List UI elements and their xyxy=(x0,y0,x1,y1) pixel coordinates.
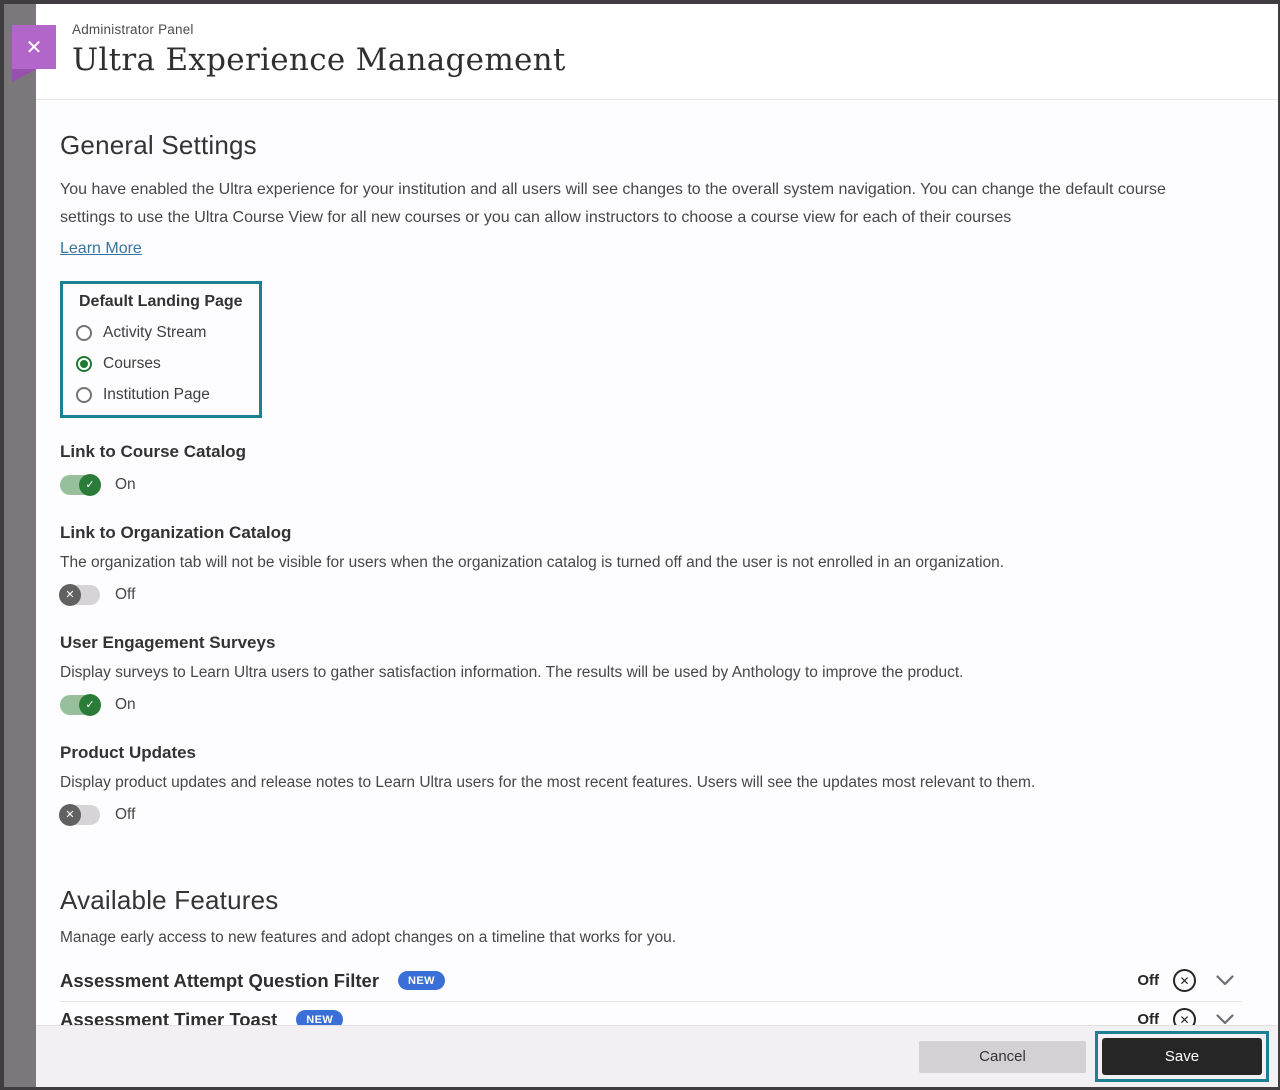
available-features-section: Available Features Manage early access t… xyxy=(60,885,1242,1025)
toggle-state-label: Off xyxy=(115,586,135,604)
save-button[interactable]: Save xyxy=(1102,1038,1262,1075)
setting-link-to-course-catalog: Link to Course Catalog On xyxy=(60,442,1242,495)
feature-off-circle-x-icon[interactable]: ✕ xyxy=(1173,1008,1196,1025)
close-button[interactable]: ✕ xyxy=(12,25,56,69)
ultra-experience-management-window: ✕ Administrator Panel Ultra Experience M… xyxy=(0,0,1280,1090)
setting-link-to-organization-catalog: Link to Organization Catalog The organiz… xyxy=(60,523,1242,605)
toggle-check-icon xyxy=(85,480,94,491)
radio-option-activity-stream[interactable]: Activity Stream xyxy=(76,324,243,342)
setting-label: Link to Course Catalog xyxy=(60,442,1242,462)
admin-panel: ✕ Administrator Panel Ultra Experience M… xyxy=(36,4,1278,1087)
toggle-x-icon xyxy=(65,590,74,601)
panel-header: ✕ Administrator Panel Ultra Experience M… xyxy=(36,4,1278,100)
panel-content: General Settings You have enabled the Ul… xyxy=(36,100,1278,1025)
breadcrumb: Administrator Panel xyxy=(72,22,1278,37)
toggle-switch[interactable] xyxy=(60,695,100,715)
radio-button[interactable] xyxy=(76,325,92,341)
feature-row-assessment-attempt-question-filter: Assessment Attempt Question Filter NEW O… xyxy=(60,963,1242,1002)
general-settings-heading: General Settings xyxy=(60,130,1242,161)
toggle-state-label: On xyxy=(115,476,136,494)
radio-option-courses[interactable]: Courses xyxy=(76,355,243,373)
default-landing-page-label: Default Landing Page xyxy=(79,293,243,311)
toggle-knob xyxy=(59,804,81,826)
radio-label: Activity Stream xyxy=(103,324,206,342)
available-features-heading: Available Features xyxy=(60,885,1242,916)
setting-description: The organization tab will not be visible… xyxy=(60,554,1242,572)
chevron-down-icon[interactable] xyxy=(1216,1014,1234,1025)
chevron-down-icon[interactable] xyxy=(1216,975,1234,986)
feature-state-label: Off xyxy=(1137,972,1159,989)
new-badge: NEW xyxy=(296,1010,343,1025)
toggle-check-icon xyxy=(85,700,94,711)
feature-label: Assessment Timer Toast xyxy=(60,1009,277,1026)
page-title: Ultra Experience Management xyxy=(72,42,1278,78)
radio-label: Institution Page xyxy=(103,386,210,404)
footer-action-bar: Cancel Save xyxy=(36,1025,1278,1087)
cancel-button[interactable]: Cancel xyxy=(919,1041,1086,1073)
radio-button[interactable] xyxy=(76,356,92,372)
toggle-knob xyxy=(79,474,101,496)
toggle-state-label: On xyxy=(115,696,136,714)
toggle-switch[interactable] xyxy=(60,585,100,605)
close-icon: ✕ xyxy=(26,35,43,60)
toggle-x-icon xyxy=(65,810,74,821)
save-button-highlight: Save xyxy=(1095,1031,1269,1082)
setting-label: Link to Organization Catalog xyxy=(60,523,1242,543)
feature-state-label: Off xyxy=(1137,1011,1159,1025)
radio-label: Courses xyxy=(103,355,161,373)
toggle-state-label: Off xyxy=(115,806,135,824)
available-features-description: Manage early access to new features and … xyxy=(60,929,1242,947)
toggle-knob xyxy=(79,694,101,716)
feature-off-circle-x-icon[interactable]: ✕ xyxy=(1173,969,1196,992)
general-settings-description: You have enabled the Ultra experience fo… xyxy=(60,176,1210,231)
new-badge: NEW xyxy=(398,971,445,990)
setting-description: Display surveys to Learn Ultra users to … xyxy=(60,664,1242,682)
setting-description: Display product updates and release note… xyxy=(60,774,1242,792)
setting-user-engagement-surveys: User Engagement Surveys Display surveys … xyxy=(60,633,1242,715)
setting-label: User Engagement Surveys xyxy=(60,633,1242,653)
feature-row-assessment-timer-toast: Assessment Timer Toast NEW Off ✕ xyxy=(60,1002,1242,1025)
setting-product-updates: Product Updates Display product updates … xyxy=(60,743,1242,825)
toggle-switch[interactable] xyxy=(60,805,100,825)
default-landing-page-group: Default Landing Page Activity Stream Cou… xyxy=(60,281,262,418)
radio-button[interactable] xyxy=(76,387,92,403)
learn-more-link[interactable]: Learn More xyxy=(60,240,142,258)
radio-option-institution-page[interactable]: Institution Page xyxy=(76,386,243,404)
setting-label: Product Updates xyxy=(60,743,1242,763)
toggle-knob xyxy=(59,584,81,606)
background-page-strip xyxy=(4,4,36,1087)
feature-label: Assessment Attempt Question Filter xyxy=(60,970,379,992)
toggle-switch[interactable] xyxy=(60,475,100,495)
